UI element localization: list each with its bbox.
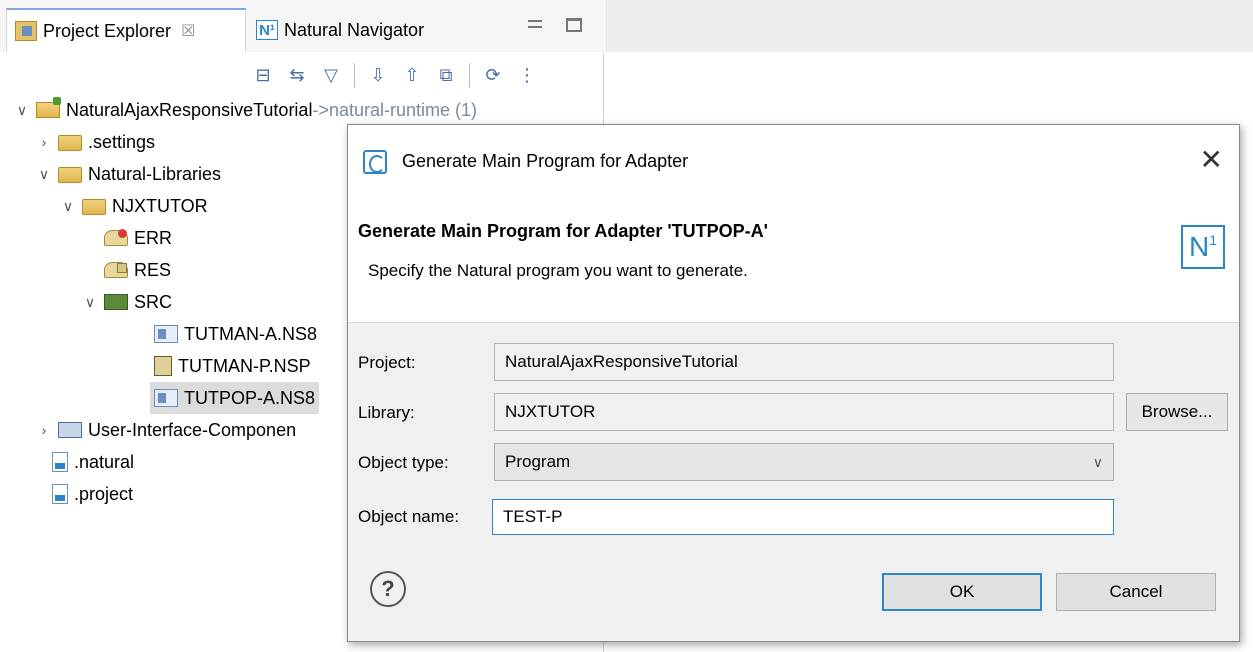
header-description: Specify the Natural program you want to … (368, 261, 748, 280)
object-name-row: Object name: (348, 497, 1239, 537)
tab-project-explorer-label: Project Explorer (43, 20, 172, 41)
collapse-all-icon[interactable]: ⊟ (250, 62, 276, 88)
dialog-title: Generate Main Program for Adapter (402, 151, 689, 171)
maximize-view-icon[interactable] (566, 18, 582, 32)
chevron-down-icon: ∨ (1092, 453, 1103, 470)
link-with-editor-icon[interactable]: ⇆ (284, 62, 310, 88)
chevron-right-icon[interactable]: › (36, 134, 52, 150)
project-row: Project: NaturalAjaxResponsiveTutorial (348, 343, 1239, 383)
tree-item-project-file[interactable]: .project (52, 478, 133, 510)
chevron-down-icon[interactable]: ∨ (60, 198, 76, 215)
tree-item-label: NaturalAjaxResponsiveTutorial (66, 99, 313, 120)
tree-item-label: ERR (134, 227, 173, 248)
dialog-titlebar: Generate Main Program for Adapter ✕ (348, 125, 1239, 197)
ui-components-icon (58, 422, 82, 438)
tree-item-label: NJXTUTOR (112, 195, 208, 216)
tree-item-label: .project (74, 483, 134, 504)
project-file-icon (52, 484, 68, 504)
tree-item-settings[interactable]: › .settings (36, 126, 155, 158)
source-folder-icon (104, 294, 128, 310)
natural-file-icon (52, 452, 68, 472)
library-row: Library: NJXTUTOR Browse... (348, 393, 1239, 433)
minimize-view-icon[interactable] (528, 20, 542, 28)
error-library-icon (104, 229, 128, 246)
logo-letter: N (1188, 231, 1210, 262)
tree-item-label: Natural-Libraries (88, 163, 222, 184)
logo-superscript: 1 (1209, 232, 1218, 248)
tree-item-label: RES (134, 259, 172, 280)
tree-item-label: TUTMAN-A.NS8 (184, 323, 318, 344)
tree-item-decoration: ->natural-runtime (1) (312, 99, 478, 120)
editor-tab-area (605, 0, 1253, 52)
library-folder-icon (82, 199, 106, 215)
tree-item-err[interactable]: ERR (104, 222, 172, 254)
refresh-icon[interactable]: ⟳ (480, 62, 506, 88)
compare-icon[interactable]: ⧉ (433, 62, 459, 88)
tree-item-njxtutor[interactable]: ∨ NJXTUTOR (60, 190, 208, 222)
adapter-file-icon (154, 389, 178, 407)
library-label: Library: (358, 403, 415, 422)
tree-item-project[interactable]: ∨ NaturalAjaxResponsiveTutorial ->natura… (14, 94, 477, 126)
chevron-right-icon[interactable]: › (36, 422, 52, 438)
resource-library-icon (104, 262, 128, 278)
project-explorer-icon (15, 21, 37, 41)
ok-button[interactable]: OK (882, 573, 1042, 611)
object-name-input[interactable] (492, 499, 1114, 535)
library-field: NJXTUTOR (494, 393, 1114, 431)
tab-natural-navigator[interactable]: N¹ Natural Navigator (252, 10, 502, 50)
object-type-label: Object type: (358, 453, 449, 472)
tree-item-label: SRC (134, 291, 173, 312)
page-file-icon (154, 356, 172, 376)
natural-logo-icon: N1 (1181, 225, 1225, 269)
tab-close-icon[interactable]: ☒ (181, 21, 195, 41)
browse-button[interactable]: Browse... (1126, 393, 1228, 431)
tree-item-natural-file[interactable]: .natural (52, 446, 134, 478)
close-icon[interactable]: ✕ (1200, 143, 1223, 176)
tree-item-label: User-Interface-Componen (88, 419, 297, 440)
dialog-header: Generate Main Program for Adapter 'TUTPO… (348, 197, 1239, 323)
tree-item-natural-libraries[interactable]: ∨ Natural-Libraries (36, 158, 221, 190)
tree-item-src[interactable]: ∨ SRC (82, 286, 172, 318)
tree-item-file[interactable]: TUTMAN-A.NS8 (154, 318, 317, 350)
toolbar-separator (469, 63, 470, 87)
tree-item-label: .settings (88, 131, 156, 152)
tree-item-file-selected[interactable]: TUTPOP-A.NS8 (150, 382, 320, 414)
filter-icon[interactable]: ▽ (318, 62, 344, 88)
tree-item-res[interactable]: RES (104, 254, 171, 286)
tab-project-explorer[interactable]: Project Explorer ☒ (6, 8, 246, 52)
object-type-select[interactable]: Program ∨ (494, 443, 1114, 481)
project-label: Project: (358, 353, 416, 372)
cancel-button[interactable]: Cancel (1056, 573, 1216, 611)
download-icon[interactable]: ⇩ (365, 62, 391, 88)
tree-item-label: TUTMAN-P.NSP (178, 355, 311, 376)
object-type-row: Object type: Program ∨ (348, 443, 1239, 483)
natural-app-icon (363, 150, 387, 174)
chevron-down-icon[interactable]: ∨ (82, 294, 98, 311)
tree-item-label: .natural (74, 451, 135, 472)
tab-natural-navigator-label: Natural Navigator (284, 19, 425, 40)
help-icon[interactable]: ? (370, 571, 406, 607)
toolbar-separator (354, 63, 355, 87)
natural-n1-icon: N¹ (256, 20, 278, 40)
tree-item-file[interactable]: TUTMAN-P.NSP (154, 350, 311, 382)
view-tab-bar: Project Explorer ☒ N¹ Natural Navigator (0, 0, 604, 52)
tree-item-label: TUTPOP-A.NS8 (184, 387, 316, 408)
object-type-value: Program (505, 452, 571, 471)
folder-icon (58, 135, 82, 151)
project-field: NaturalAjaxResponsiveTutorial (494, 343, 1114, 381)
upload-icon[interactable]: ⇧ (399, 62, 425, 88)
chevron-down-icon[interactable]: ∨ (14, 102, 30, 119)
project-folder-icon (36, 97, 61, 118)
object-name-label: Object name: (358, 507, 460, 526)
tree-item-ui-components[interactable]: › User-Interface-Componen (36, 414, 296, 446)
header-title: Generate Main Program for Adapter 'TUTPO… (358, 221, 768, 241)
chevron-down-icon[interactable]: ∨ (36, 166, 52, 183)
explorer-toolbar: ⊟ ⇆ ▽ ⇩ ⇧ ⧉ ⟳ ⋮ (250, 58, 540, 92)
generate-main-program-dialog: Generate Main Program for Adapter ✕ Gene… (347, 124, 1240, 642)
adapter-file-icon (154, 325, 178, 343)
view-menu-icon[interactable]: ⋮ (514, 62, 540, 88)
folder-icon (58, 167, 82, 183)
